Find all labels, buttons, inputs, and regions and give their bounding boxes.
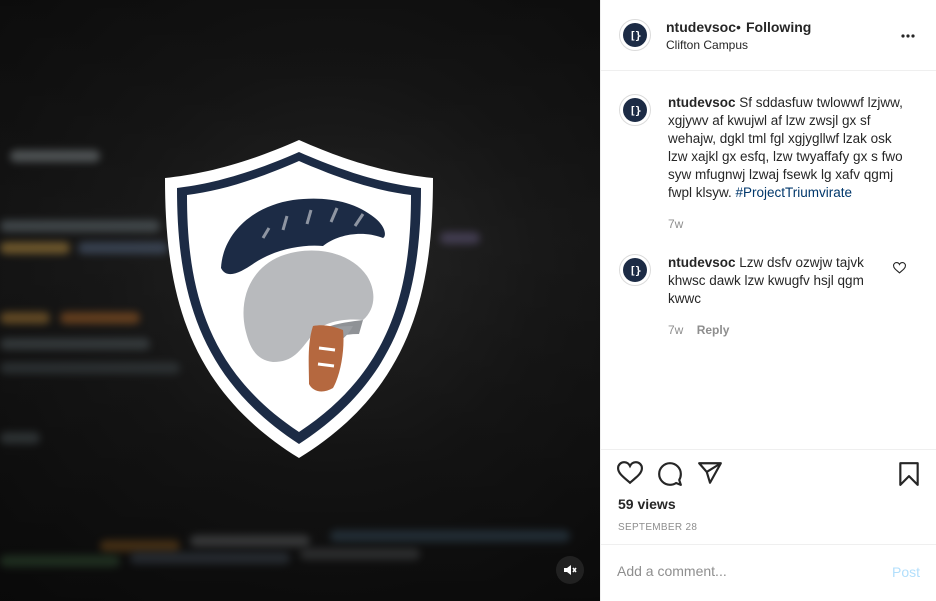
caption-username[interactable]: ntudevsoc: [668, 95, 736, 110]
avatar-glyph: [}: [629, 263, 641, 277]
heart-icon[interactable]: [617, 461, 643, 485]
avatar[interactable]: [}: [619, 19, 651, 51]
bookmark-icon[interactable]: [897, 461, 921, 487]
caption: ntudevsoc Sf sddasfuw twlowwf lzjww, xgj…: [668, 94, 908, 202]
avatar-glyph: [}: [629, 28, 641, 42]
caption-age[interactable]: 7w: [668, 217, 683, 231]
mute-button[interactable]: [556, 556, 584, 584]
following-button[interactable]: Following: [746, 19, 811, 35]
comments-list: [} ntudevsoc Sf sddasfuw twlowwf lzjww, …: [601, 71, 936, 449]
post-date[interactable]: SEPTEMBER 28: [618, 522, 697, 533]
more-options-icon[interactable]: [901, 25, 915, 43]
caption-meta: 7w: [668, 217, 693, 231]
comment: ntudevsoc Lzw dsfv ozwjw tajvk khwsc daw…: [668, 254, 883, 308]
speaker-muted-icon: [564, 565, 577, 575]
location-link[interactable]: Clifton Campus: [666, 38, 748, 52]
reply-button[interactable]: Reply: [697, 323, 730, 337]
header-separator: •: [736, 19, 741, 35]
comment-like-heart-icon[interactable]: [893, 262, 906, 274]
post-media[interactable]: [0, 0, 600, 601]
add-comment-bar: Post: [601, 544, 936, 601]
comment-age[interactable]: 7w: [668, 323, 683, 337]
post-header: [} ntudevsoc • Following Clifton Campus: [601, 0, 936, 71]
post-button[interactable]: Post: [892, 564, 920, 580]
comment-username[interactable]: ntudevsoc: [668, 255, 736, 270]
comment-input[interactable]: [617, 563, 867, 579]
hashtag-link[interactable]: #ProjectTriumvirate: [736, 185, 853, 200]
comment-meta: 7w Reply: [668, 323, 739, 337]
paper-plane-icon[interactable]: [697, 461, 723, 485]
action-bar: 59 views SEPTEMBER 28: [601, 449, 936, 544]
avatar-glyph: [}: [629, 103, 641, 117]
post-panel: [} ntudevsoc • Following Clifton Campus …: [600, 0, 936, 601]
avatar[interactable]: [}: [619, 94, 651, 126]
header-username[interactable]: ntudevsoc: [666, 19, 736, 35]
shield-logo: [165, 140, 433, 458]
comment-bubble-icon[interactable]: [657, 461, 683, 487]
avatar[interactable]: [}: [619, 254, 651, 286]
view-count[interactable]: 59 views: [618, 496, 676, 512]
